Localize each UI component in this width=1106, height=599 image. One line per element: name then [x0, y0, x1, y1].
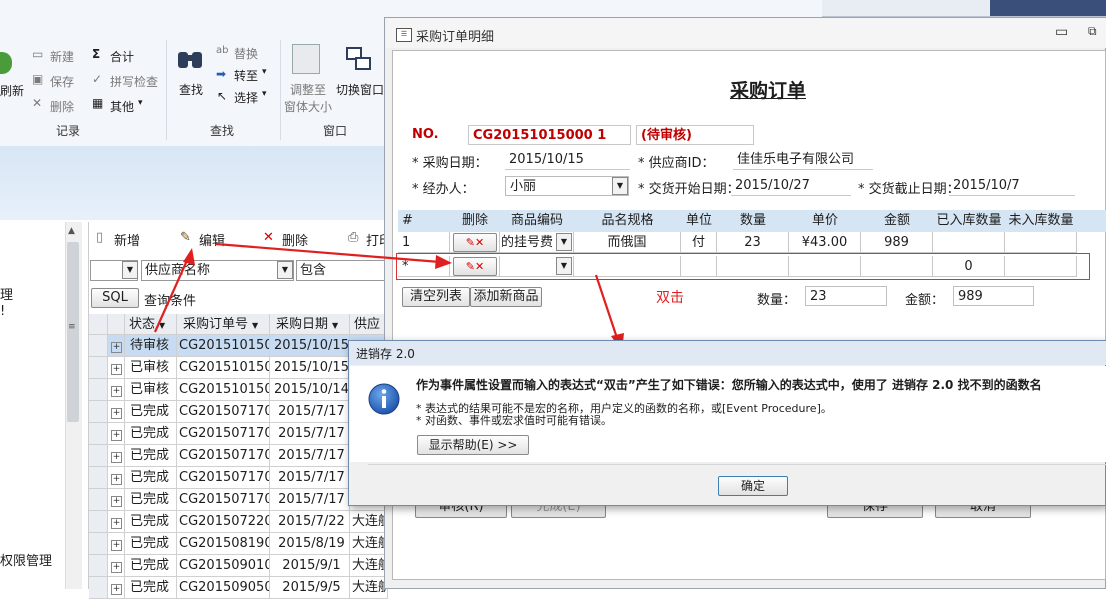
- dialog-divider: [368, 464, 1106, 465]
- error-bullet-2: * 对函数、事件或宏求值时可能有错误。: [416, 414, 612, 427]
- ok-button[interactable]: 确定: [718, 476, 788, 496]
- error-dialog-titlebar: [349, 341, 1106, 365]
- info-icon: [368, 383, 400, 415]
- error-dialog-title: 进销存 2.0: [356, 347, 415, 361]
- error-message: 作为事件属性设置而输入的表达式“双击”产生了如下错误：您所输入的表达式中，使用了…: [416, 378, 1042, 392]
- show-help-button[interactable]: 显示帮助(E) >>: [417, 435, 529, 455]
